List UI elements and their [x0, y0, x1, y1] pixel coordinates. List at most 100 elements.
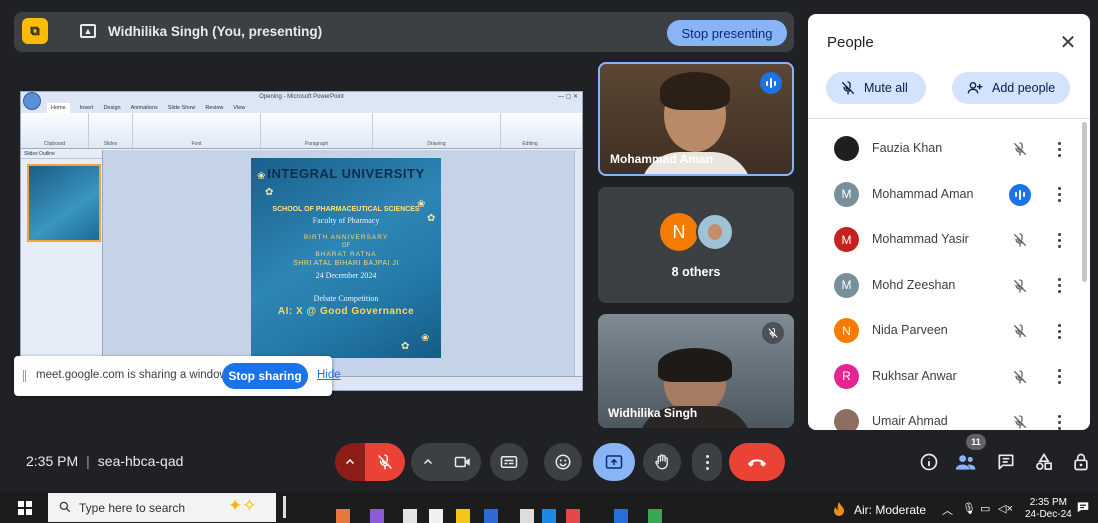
people-scrollbar[interactable]	[1082, 122, 1087, 282]
taskbar-app-icon[interactable]	[403, 509, 417, 523]
ribbon-group-label: Clipboard	[43, 141, 66, 147]
ribbon-group-label: Font	[191, 141, 202, 147]
ppt-tab-design[interactable]: Design	[103, 103, 120, 113]
mic-off-icon[interactable]	[1008, 137, 1032, 161]
captions-button[interactable]	[490, 443, 528, 481]
more-vert-icon[interactable]	[1049, 366, 1069, 388]
windows-start-icon[interactable]	[18, 501, 32, 515]
taskbar-search-box[interactable]: Type here to search ✦✧	[48, 493, 276, 522]
ppt-tab-view[interactable]: View	[233, 103, 245, 113]
slide-school: SCHOOL OF PHARMACEUTICAL SCIENCES	[272, 206, 420, 213]
more-options-button[interactable]	[692, 443, 722, 481]
ribbon-group-editing[interactable]: Editing	[501, 113, 559, 148]
mic-off-icon[interactable]	[1008, 410, 1032, 430]
notification-icon[interactable]	[1076, 500, 1090, 517]
more-vert-icon[interactable]	[1049, 138, 1069, 160]
close-icon[interactable]: ✕	[1056, 30, 1080, 54]
more-vert-icon[interactable]	[1049, 275, 1069, 297]
network-icon[interactable]: ▭	[980, 502, 990, 515]
ppt-tab-animations[interactable]: Animations	[131, 103, 158, 113]
slide-thumbnail[interactable]	[27, 164, 101, 242]
slide-shri: SHRI ATAL BIHARI BAJPAI JI	[293, 260, 399, 267]
participant-row[interactable]: R Rukhsar Anwar	[808, 354, 1080, 399]
more-vert-icon[interactable]	[1049, 184, 1069, 206]
host-controls-icon[interactable]	[1068, 449, 1094, 475]
avatar	[834, 136, 859, 161]
microphone-button[interactable]	[365, 443, 405, 481]
meeting-time: 2:35 PM	[26, 453, 79, 469]
slide-of: OF	[341, 243, 351, 249]
slides-panel-tabs[interactable]: Slides Outline	[21, 150, 102, 159]
ribbon-group-label: Drawing	[427, 141, 446, 147]
participant-row[interactable]: M Mohammad Aman	[808, 172, 1080, 217]
participant-row[interactable]: M Mohd Zeeshan	[808, 263, 1080, 308]
chat-icon[interactable]	[993, 449, 1019, 475]
more-vert-icon[interactable]	[1049, 320, 1069, 342]
participant-row[interactable]: M Mohammad Yasir	[808, 217, 1080, 262]
stop-sharing-button[interactable]: Stop sharing	[222, 363, 308, 389]
hide-link[interactable]: Hide	[317, 369, 341, 381]
ppt-tab-slide-show[interactable]: Slide Show	[168, 103, 196, 113]
taskbar-app-icon[interactable]	[484, 509, 498, 523]
participant-tile-others[interactable]: N 8 others	[598, 187, 794, 303]
ribbon-group-font[interactable]: Font	[133, 113, 261, 148]
participant-row[interactable]: Umair Ahmad	[808, 399, 1080, 430]
meeting-info: 2:35 PM | sea-hbca-qad	[26, 453, 184, 469]
taskbar-app-icon[interactable]	[542, 509, 556, 523]
microphone-tray-icon[interactable]: 🎙︎	[962, 502, 976, 515]
participant-row[interactable]: N Nida Parveen	[808, 308, 1080, 353]
ppt-tab-home[interactable]: Home	[47, 103, 70, 113]
taskbar-app-icon[interactable]	[370, 509, 384, 523]
info-icon[interactable]	[916, 449, 942, 475]
mic-off-icon[interactable]	[1008, 274, 1032, 298]
taskbar-app-icon[interactable]	[456, 509, 470, 523]
volume-icon[interactable]: ◁×	[998, 502, 1013, 515]
mic-off-icon[interactable]	[1008, 319, 1032, 343]
add-people-button[interactable]: Add people	[952, 72, 1070, 104]
slide-debate: Debate Competition	[313, 294, 379, 303]
activities-icon[interactable]	[1031, 449, 1057, 475]
speaking-indicator-icon[interactable]	[1008, 183, 1032, 207]
window-controls-icon[interactable]: — ▢ ✕	[558, 92, 578, 103]
raise-hand-button[interactable]	[643, 443, 681, 481]
present-button[interactable]	[593, 443, 635, 481]
ribbon-group-paragraph[interactable]: Paragraph	[261, 113, 373, 148]
chevron-up-icon	[423, 458, 433, 465]
ppt-tab-review[interactable]: Review	[205, 103, 223, 113]
mute-all-button[interactable]: Mute all	[826, 72, 926, 104]
video-options-button[interactable]	[411, 443, 445, 481]
participant-tile-widhilika[interactable]: Widhilika Singh	[598, 314, 794, 428]
more-vert-icon[interactable]	[1049, 411, 1069, 430]
ribbon-group-drawing[interactable]: Drawing	[373, 113, 501, 148]
taskbar-app-icon[interactable]	[336, 509, 350, 523]
ppt-tab-insert[interactable]: Insert	[80, 103, 94, 113]
taskbar-app-icon[interactable]	[429, 509, 443, 523]
drag-handle-icon[interactable]	[23, 370, 26, 382]
tray-chevron-up-icon[interactable]: ︿	[942, 502, 953, 518]
mic-off-icon[interactable]	[1008, 228, 1032, 252]
participant-name: Mohammad Aman	[872, 186, 974, 201]
current-slide[interactable]: INTEGRAL UNIVERSITY SCHOOL OF PHARMACEUT…	[251, 158, 441, 358]
taskbar-clock[interactable]: 2:35 PM 24-Dec-24	[1025, 497, 1072, 521]
participant-row[interactable]: Fauzia Khan	[808, 126, 1080, 171]
stop-presenting-button[interactable]: Stop presenting	[667, 20, 787, 46]
air-quality-icon[interactable]	[832, 501, 846, 517]
leave-call-button[interactable]	[729, 443, 785, 481]
ribbon-group-clipboard[interactable]: Clipboard	[21, 113, 89, 148]
audio-options-button[interactable]	[335, 443, 365, 481]
office-button-icon[interactable]	[23, 92, 41, 110]
taskbar-weather[interactable]: Air: Moderate	[854, 503, 926, 517]
taskbar-app-icon[interactable]	[614, 509, 628, 523]
presentation-lock-icon[interactable]: ⧉	[22, 18, 48, 44]
participant-tile-aman[interactable]: Mohammad Aman	[598, 62, 794, 176]
taskbar-app-icon[interactable]	[648, 509, 662, 523]
people-icon[interactable]	[953, 449, 979, 475]
taskbar-app-icon[interactable]	[566, 509, 580, 523]
ribbon-group-slides[interactable]: Slides	[89, 113, 133, 148]
ppt-vertical-scrollbar[interactable]	[574, 150, 582, 376]
taskbar-app-icon[interactable]	[520, 509, 534, 523]
reactions-button[interactable]	[544, 443, 582, 481]
mic-off-icon[interactable]	[1008, 365, 1032, 389]
camera-button[interactable]	[445, 443, 481, 481]
more-vert-icon[interactable]	[1049, 229, 1069, 251]
